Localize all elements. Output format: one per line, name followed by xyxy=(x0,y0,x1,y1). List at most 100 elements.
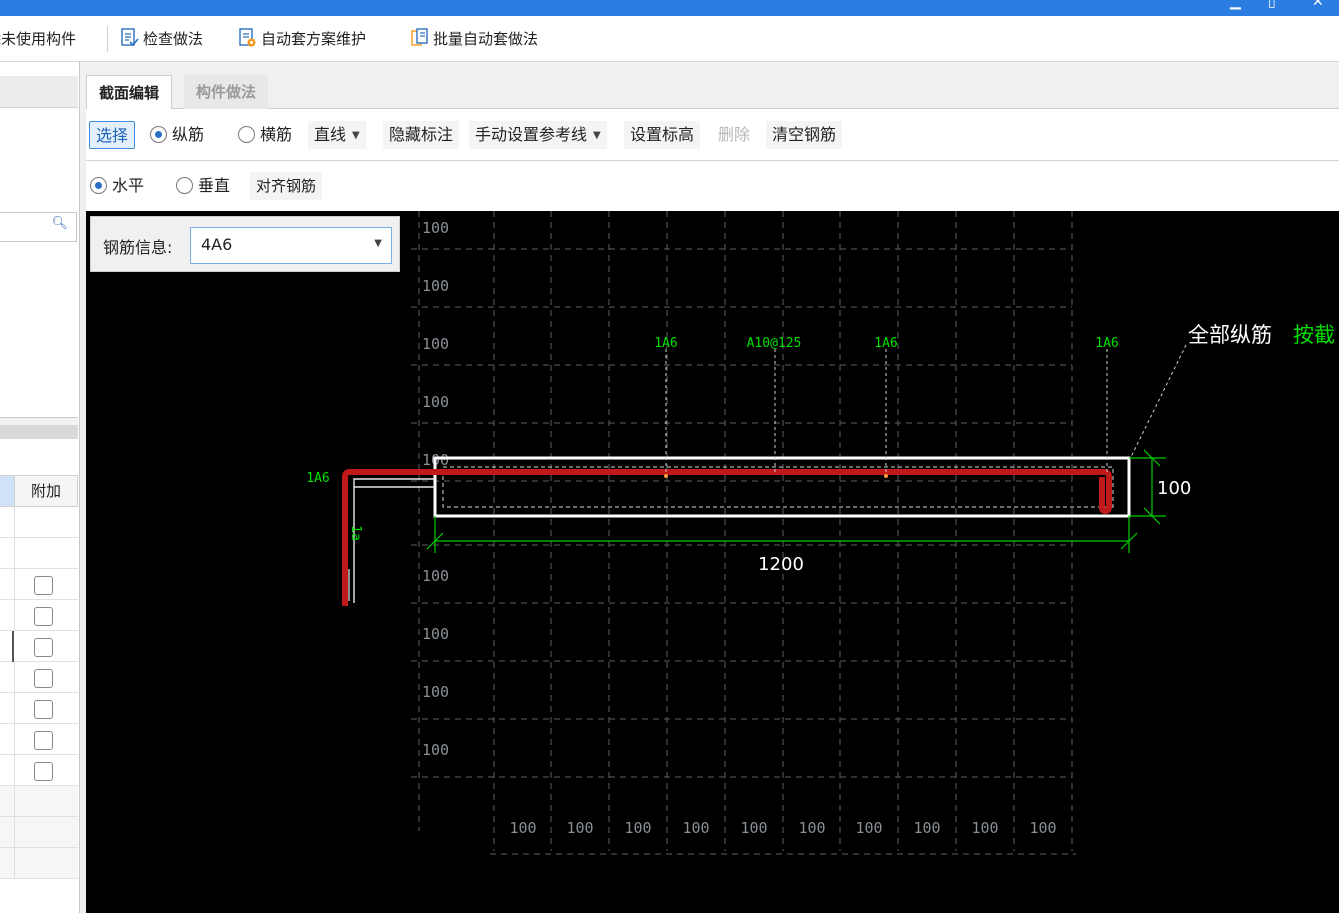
manual-ref-label: 手动设置参考线 xyxy=(475,125,588,144)
scheme-settings-icon xyxy=(239,28,256,47)
rebar-info-label: 钢筋信息: xyxy=(103,238,173,257)
grid-row-label: 100 xyxy=(422,683,449,701)
editor-tab-bar: 截面编辑 构件做法 xyxy=(86,75,1339,109)
grid-row-label: 100 xyxy=(422,219,449,237)
close-icon[interactable]: ✕ xyxy=(1312,0,1324,10)
radio-stirrup[interactable]: 横筋 xyxy=(238,121,292,149)
extra-checkbox[interactable] xyxy=(34,576,53,595)
radio-selected-icon xyxy=(90,177,107,194)
radio-unselected-icon xyxy=(176,177,193,194)
grid-col-label: 100 xyxy=(566,819,593,837)
height-dimension-label: 100 xyxy=(1157,478,1191,499)
auto-scheme-label: 自动套方案维护 xyxy=(261,30,367,48)
table-row xyxy=(0,538,78,569)
grid-selected-header xyxy=(0,475,14,507)
table-row xyxy=(0,662,78,693)
rebar-info-panel: 钢筋信息: 4A6 ▼ xyxy=(90,216,400,272)
table-row xyxy=(0,755,78,786)
radio-longitudinal[interactable]: 纵筋 xyxy=(150,121,204,149)
align-rebar-button[interactable]: 对齐钢筋 xyxy=(250,172,323,200)
radio-vertical[interactable]: 垂直 xyxy=(176,172,230,200)
table-row xyxy=(0,817,78,848)
check-method-button[interactable]: 检查做法 xyxy=(121,26,203,52)
tab-section-edit[interactable]: 截面编辑 xyxy=(86,75,173,109)
grid-col-label: 100 xyxy=(1029,819,1056,837)
table-row xyxy=(0,569,78,600)
batch-auto-method-button[interactable]: 批量自动套做法 xyxy=(411,26,538,52)
check-document-icon xyxy=(121,28,139,47)
grid-row-label: 100 xyxy=(422,335,449,353)
align-toolbar: 水平 垂直 对齐钢筋 xyxy=(86,161,1339,211)
panel-divider xyxy=(0,417,78,425)
rebar-label[interactable]: 1A6 xyxy=(874,336,897,351)
radio-longitudinal-label: 纵筋 xyxy=(172,125,205,144)
rebar-label[interactable]: 1A6 xyxy=(654,336,677,351)
delete-button[interactable]: 删除 xyxy=(718,121,750,149)
batch-document-icon xyxy=(411,28,428,46)
clear-rebar-button[interactable]: 清空钢筋 xyxy=(766,121,843,149)
rebar-info-dropdown[interactable]: 4A6 ▼ xyxy=(190,227,392,264)
extra-checkbox[interactable] xyxy=(34,700,53,719)
extra-checkbox[interactable] xyxy=(34,762,53,781)
table-row xyxy=(0,848,78,879)
stirrup-label[interactable]: A10@125 xyxy=(747,336,802,351)
extra-checkbox[interactable] xyxy=(34,638,53,657)
restore-icon[interactable]: ▯ xyxy=(1268,0,1276,10)
section-drawing[interactable]: 100 100 100 100 100 100 100 100 100 100 … xyxy=(86,211,1339,913)
search-icon[interactable]: 🔍︎ xyxy=(51,216,68,231)
left-panel: 🔍︎ 附加 xyxy=(0,62,80,913)
radio-horizontal[interactable]: 水平 xyxy=(90,172,144,200)
grid-col-label: 100 xyxy=(971,819,998,837)
reference-grid xyxy=(411,211,1076,855)
chevron-down-icon: ▼ xyxy=(374,238,382,249)
hide-label-button[interactable]: 隐藏标注 xyxy=(383,121,460,149)
table-row xyxy=(0,786,78,817)
delete-unused-label: 除未使用构件 xyxy=(0,30,77,48)
width-dimension xyxy=(426,516,1138,553)
table-row xyxy=(0,631,78,662)
set-elevation-button[interactable]: 设置标高 xyxy=(624,121,701,149)
rebar-label[interactable]: 1A6 xyxy=(306,471,329,486)
minimize-icon[interactable]: ▁ xyxy=(1230,0,1241,10)
radio-vertical-label: 垂直 xyxy=(198,176,231,195)
rebar-info-value: 4A6 xyxy=(201,235,233,254)
search-input[interactable]: 🔍︎ xyxy=(0,212,77,242)
radio-stirrup-label: 横筋 xyxy=(260,125,293,144)
extra-checkbox[interactable] xyxy=(34,731,53,750)
extra-checkbox[interactable] xyxy=(34,669,53,688)
grid-col-label: 100 xyxy=(682,819,709,837)
auto-scheme-maintain-button[interactable]: 自动套方案维护 xyxy=(239,26,366,52)
panel-splitter[interactable] xyxy=(0,425,78,439)
radio-selected-icon xyxy=(150,126,167,143)
grid-col-label: 100 xyxy=(798,819,825,837)
grid-col-label: 100 xyxy=(913,819,940,837)
line-mode-dropdown[interactable]: 直线 ▼ xyxy=(308,121,366,149)
edit-toolbar: 选择 纵筋 横筋 直线 ▼ 隐藏标注 手动设置参考线 ▼ 设置标高 删除 清空钢筋 xyxy=(86,109,1339,161)
chevron-down-icon: ▼ xyxy=(352,130,360,141)
rebar-annotations: 1A6 A10@125 1A6 1A6 1A6 1a xyxy=(306,336,1118,541)
batch-auto-label: 批量自动套做法 xyxy=(433,30,539,48)
width-dimension-label: 1200 xyxy=(758,554,804,575)
grid-row-label: 100 xyxy=(422,277,449,295)
chevron-down-icon: ▼ xyxy=(593,130,601,141)
grid-row-label: 100 xyxy=(422,393,449,411)
check-method-label: 检查做法 xyxy=(143,30,204,48)
all-rebar-note-green[interactable]: 按截 xyxy=(1293,323,1335,347)
all-rebar-note[interactable]: 全部纵筋 xyxy=(1188,323,1272,347)
drawing-canvas[interactable]: 100 100 100 100 100 100 100 100 100 100 … xyxy=(86,211,1339,913)
toolbar-divider xyxy=(107,26,108,52)
select-button[interactable]: 选择 xyxy=(89,121,136,149)
tab-component-method[interactable]: 构件做法 xyxy=(184,75,269,109)
hook-label: 1a xyxy=(348,525,363,541)
grid-row-label: 100 xyxy=(422,741,449,759)
delete-unused-components-button[interactable]: 除未使用构件 xyxy=(0,26,76,52)
extra-checkbox[interactable] xyxy=(34,607,53,626)
longitudinal-rebar[interactable] xyxy=(342,469,1112,606)
left-panel-header xyxy=(0,76,78,108)
main-toolbar: 除未使用构件 检查做法 自动套方案维护 批量自动套做法 xyxy=(0,16,1339,62)
grid-col-label: 100 xyxy=(509,819,536,837)
rebar-label[interactable]: 1A6 xyxy=(1095,336,1118,351)
radio-horizontal-label: 水平 xyxy=(112,176,145,195)
radio-unselected-icon xyxy=(238,126,255,143)
manual-reference-line-dropdown[interactable]: 手动设置参考线 ▼ xyxy=(469,121,607,149)
